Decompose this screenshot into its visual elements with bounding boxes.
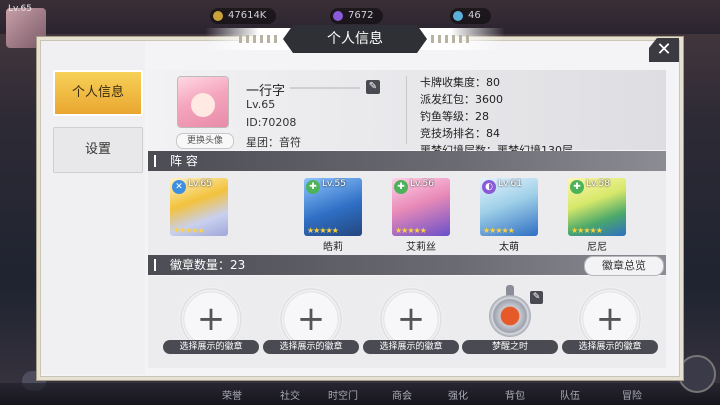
- tab-profile[interactable]: 个人信息: [53, 70, 143, 116]
- gold-icon: [213, 11, 223, 21]
- player-guild: 星团：音符: [246, 136, 301, 149]
- resource-gem[interactable]: 7672: [330, 8, 384, 24]
- unit-name: 尼尼: [587, 242, 607, 253]
- badge-slot-label: 梦醒之时: [462, 340, 558, 354]
- unit-stars: ★★★★★: [307, 226, 339, 235]
- stamina-value: 46: [468, 10, 481, 21]
- bottom-nav: 荣誉 社交 时空门 商会 强化 背包 队伍 冒险: [0, 383, 720, 405]
- stat-red-packets: 派发红包：3600: [420, 93, 503, 106]
- lineup-header: 阵 容: [148, 151, 666, 171]
- change-avatar-button[interactable]: 更换头像: [176, 133, 234, 149]
- player-id: ID:70208: [246, 116, 297, 129]
- nav-team[interactable]: 队伍: [560, 387, 580, 402]
- gem-value: 7672: [348, 10, 374, 21]
- nav-guild-shop[interactable]: 商会: [392, 387, 412, 402]
- unit-level: Lv.65: [188, 179, 212, 189]
- badge-overview-button[interactable]: 徽章总览: [584, 256, 664, 276]
- title-ornament-left: [239, 35, 279, 43]
- class-icon: ✕: [172, 180, 186, 194]
- unit-stars: ★★★★★: [483, 226, 515, 235]
- unit-portrait: ✚ Lv.55 ★★★★★: [304, 178, 362, 236]
- stat-fishing-level: 钓鱼等级：28: [420, 110, 489, 123]
- unit-level: Lv.61: [498, 179, 522, 189]
- player-name: 一行字: [246, 84, 286, 99]
- name-divider: [290, 87, 360, 89]
- unit-level: Lv.56: [410, 179, 434, 189]
- nav-portal[interactable]: 时空门: [328, 387, 358, 402]
- nav-enhance[interactable]: 强化: [448, 387, 468, 402]
- unit-stars: ★★★★★: [173, 226, 205, 235]
- nav-bag[interactable]: 背包: [505, 387, 525, 402]
- badge-slot-label: 选择展示的徽章: [263, 340, 359, 354]
- lineup-unit-2[interactable]: ✚ Lv.55 ★★★★★ 皓莉: [304, 178, 362, 253]
- gold-value: 47614K: [228, 10, 267, 21]
- unit-name: 皓莉: [323, 242, 343, 253]
- nav-adventure[interactable]: 冒险: [622, 387, 642, 402]
- lineup-unit-4[interactable]: ◐ Lv.61 ★★★★★ 太萌: [480, 178, 538, 253]
- class-icon: ✚: [394, 180, 408, 194]
- player-level-bg: Lv.65: [8, 4, 32, 14]
- resource-gold[interactable]: 47614K: [210, 8, 277, 24]
- edit-badge-icon[interactable]: ✎: [530, 291, 543, 304]
- unit-stars: ★★★★★: [571, 226, 603, 235]
- tab-settings[interactable]: 设置: [53, 127, 143, 173]
- badge-slot-label: 选择展示的徽章: [363, 340, 459, 354]
- player-level: Lv.65: [246, 98, 276, 111]
- lineup-title: 阵 容: [170, 154, 198, 168]
- unit-portrait: ✕ Lv.65 ★★★★★: [170, 178, 228, 236]
- unit-portrait: ✚ Lv.56 ★★★★★: [392, 178, 450, 236]
- lineup-unit-3[interactable]: ✚ Lv.56 ★★★★★ 艾莉丝: [392, 178, 450, 253]
- unit-portrait: ✚ Lv.58 ★★★★★: [568, 178, 626, 236]
- unit-portrait: ◐ Lv.61 ★★★★★: [480, 178, 538, 236]
- class-icon: ✚: [570, 180, 584, 194]
- class-icon: ◐: [482, 180, 496, 194]
- unit-name: 艾莉丝: [406, 242, 436, 253]
- info-divider: [406, 76, 407, 144]
- dream-badge-icon: [489, 295, 531, 337]
- resource-stamina[interactable]: 46: [450, 8, 491, 24]
- class-icon: ✚: [306, 180, 320, 194]
- edit-name-icon[interactable]: ✎: [366, 80, 380, 94]
- menu-fab[interactable]: [678, 355, 716, 393]
- stat-card-collection: 卡牌收集度：80: [420, 76, 500, 89]
- badge-slot-label: 选择展示的徽章: [163, 340, 259, 354]
- nav-honor[interactable]: 荣誉: [222, 387, 242, 402]
- gem-icon: [333, 11, 343, 21]
- lineup-unit-1[interactable]: ✕ Lv.65 ★★★★★: [170, 178, 228, 238]
- unit-name: 太萌: [499, 242, 519, 253]
- badge-slot-4[interactable]: [485, 285, 535, 341]
- stamina-icon: [453, 11, 463, 21]
- badge-slot-label: 选择展示的徽章: [562, 340, 658, 354]
- profile-stats: 卡牌收集度：80 派发红包：3600 钓鱼等级：28 竞技场排名：84 噩梦幻境…: [420, 74, 573, 159]
- stat-arena-rank: 竞技场排名：84: [420, 127, 500, 140]
- unit-stars: ★★★★★: [395, 226, 427, 235]
- unit-level: Lv.55: [322, 179, 346, 189]
- dialog-title: 个人信息: [283, 25, 427, 53]
- title-ornament-right: [431, 35, 471, 43]
- dialog-title-bar: 个人信息: [205, 25, 505, 55]
- profile-avatar[interactable]: [178, 77, 228, 127]
- nav-social[interactable]: 社交: [280, 387, 300, 402]
- lineup-unit-5[interactable]: ✚ Lv.58 ★★★★★ 尼尼: [568, 178, 626, 253]
- unit-level: Lv.58: [586, 179, 610, 189]
- badges-title: 徽章数量：23: [170, 258, 246, 272]
